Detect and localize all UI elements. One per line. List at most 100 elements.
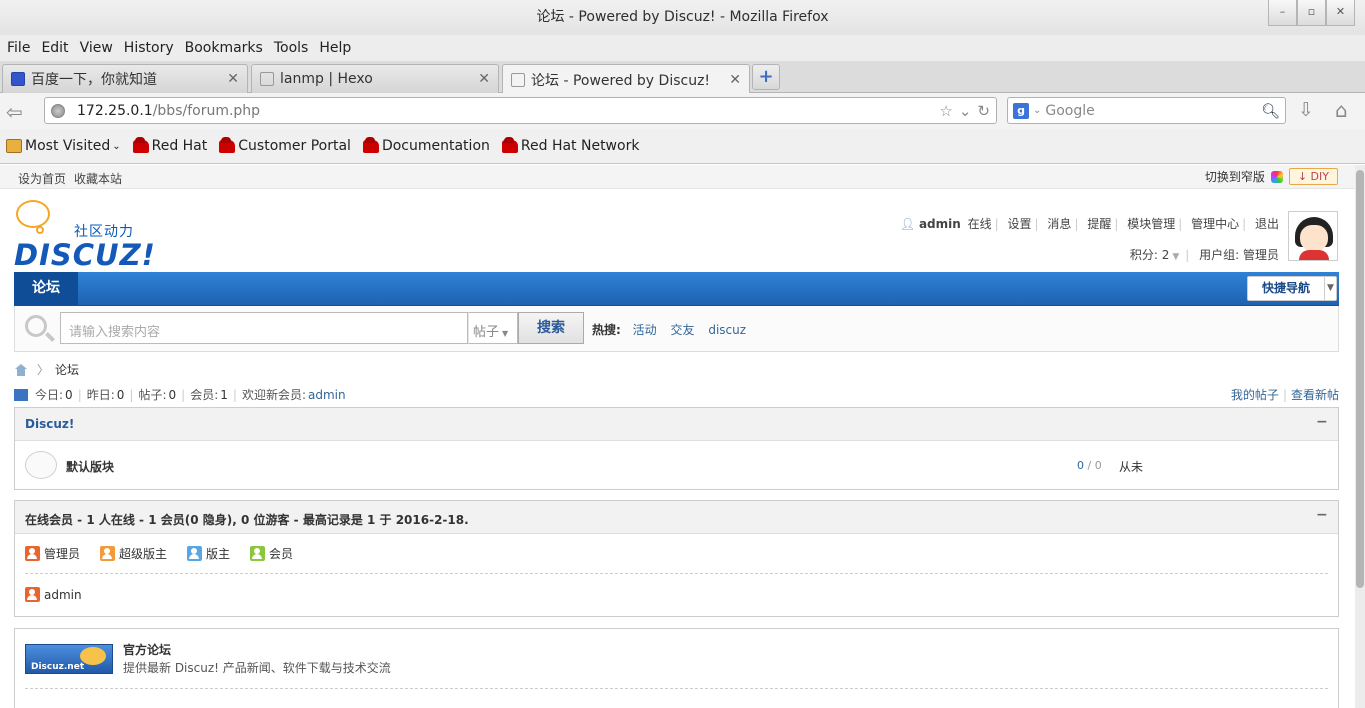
category-header: Discuz! − xyxy=(15,408,1338,441)
tab-hexo[interactable]: lanmp | Hexo ✕ xyxy=(251,64,499,93)
history-dropdown-icon[interactable]: ⌄ xyxy=(959,102,972,120)
breadcrumb-separator: 〉 xyxy=(37,363,50,377)
hot-term-activity[interactable]: 活动 xyxy=(633,323,657,337)
hot-term-discuz[interactable]: discuz xyxy=(708,323,746,337)
divider xyxy=(25,573,1328,574)
admin-center-link[interactable]: 管理中心 xyxy=(1191,217,1239,231)
set-homepage-link[interactable]: 设为首页 xyxy=(18,172,66,186)
messages-link[interactable]: 消息 xyxy=(1047,217,1071,231)
menu-help[interactable]: Help xyxy=(315,40,355,56)
bookmark-customer-portal[interactable]: Customer Portal xyxy=(219,136,351,154)
category-title[interactable]: Discuz! xyxy=(25,417,74,431)
avatar[interactable] xyxy=(1288,211,1338,261)
close-window-button[interactable]: ✕ xyxy=(1326,0,1355,26)
chevron-down-icon: ▼ xyxy=(1172,252,1180,262)
web-search-bar[interactable]: g ⌄ Google 🔍︎ xyxy=(1007,97,1286,124)
search-icon[interactable]: 🔍︎ xyxy=(1261,102,1280,120)
quick-nav-button[interactable]: 快捷导航 ▼ xyxy=(1246,276,1337,301)
user-icon: 👤︎ xyxy=(899,217,916,231)
home-icon[interactable] xyxy=(14,363,28,376)
google-engine-icon[interactable]: g xyxy=(1013,102,1029,119)
engine-dropdown-icon[interactable]: ⌄ xyxy=(1033,105,1041,116)
color-palette-icon[interactable] xyxy=(1270,170,1283,183)
forum-row: 默认版块 0 / 0 从未 xyxy=(15,441,1338,489)
collapse-icon[interactable]: − xyxy=(1316,508,1328,522)
post-links: 我的帖子 | 查看新帖 xyxy=(1230,388,1339,402)
mod-user-icon xyxy=(187,546,203,561)
settings-link[interactable]: 设置 xyxy=(1008,217,1032,231)
close-tab-icon[interactable]: ✕ xyxy=(227,71,239,87)
tab-bar: 百度一下，你就知道 ✕ lanmp | Hexo ✕ 论坛 - Powered … xyxy=(0,61,1365,94)
new-tab-button[interactable]: + xyxy=(752,64,780,90)
friend-links: Discuz.net 官方论坛 提供最新 Discuz! 产品新闻、软件下载与技… xyxy=(14,628,1339,708)
forum-bubble-icon xyxy=(25,451,57,479)
new-posts-link[interactable]: 查看新帖 xyxy=(1291,388,1339,402)
member-user-icon xyxy=(250,546,266,561)
newest-member-link[interactable]: admin xyxy=(308,388,346,402)
bookmark-red-hat-network[interactable]: Red Hat Network xyxy=(501,136,640,154)
switch-width-link[interactable]: 切换到窄版 xyxy=(1205,168,1265,185)
nav-tab-forum[interactable]: 论坛 xyxy=(14,272,78,305)
user-group-link[interactable]: 用户组: 管理员 xyxy=(1199,248,1279,262)
legend-item: 版主 xyxy=(187,545,230,562)
menu-tools[interactable]: Tools xyxy=(270,40,313,56)
forum-post-count: 0 xyxy=(1094,459,1102,472)
breadcrumb: 〉 论坛 xyxy=(14,361,79,378)
bookmark-most-visited[interactable]: Most Visited ⌄ xyxy=(6,138,121,154)
page-scrollbar[interactable] xyxy=(1355,165,1365,708)
folder-icon xyxy=(6,139,22,153)
collapse-icon[interactable]: − xyxy=(1316,415,1328,429)
minimize-button[interactable]: – xyxy=(1268,0,1297,26)
close-tab-icon[interactable]: ✕ xyxy=(729,72,741,88)
menu-history[interactable]: History xyxy=(120,40,178,56)
stat-value-members: 1 xyxy=(220,387,228,402)
search-button[interactable]: 搜索 xyxy=(518,312,584,344)
bookmark-site-link[interactable]: 收藏本站 xyxy=(74,172,122,186)
online-status[interactable]: 在线 xyxy=(968,217,992,231)
diy-button[interactable]: ↓ DIY xyxy=(1288,168,1338,185)
search-type-select[interactable]: 帖子 ▼ xyxy=(468,312,518,344)
forum-name-link[interactable]: 默认版块 xyxy=(66,458,114,475)
stat-value-today: 0 xyxy=(65,387,73,402)
notices-link[interactable]: 提醒 xyxy=(1087,217,1111,231)
module-admin-link[interactable]: 模块管理 xyxy=(1127,217,1175,231)
reload-icon[interactable]: ↻ xyxy=(977,102,990,120)
maximize-button[interactable]: ▫ xyxy=(1297,0,1326,26)
bookmark-star-icon[interactable]: ☆ xyxy=(939,102,952,120)
logo-text: DISCUZ! xyxy=(14,238,156,272)
globe-icon xyxy=(51,103,65,118)
bookmark-label: Red Hat Network xyxy=(520,138,640,154)
site-search-input[interactable]: 请输入搜索内容 xyxy=(60,312,468,344)
search-icon xyxy=(25,315,47,337)
breadcrumb-forum[interactable]: 论坛 xyxy=(55,361,79,378)
menu-file[interactable]: File xyxy=(3,40,34,56)
back-arrow-icon[interactable]: ⇦ xyxy=(6,100,23,124)
menu-view[interactable]: View xyxy=(76,40,117,56)
scrollbar-thumb[interactable] xyxy=(1356,170,1364,588)
stat-label: 会员: xyxy=(190,388,219,402)
tab-baidu[interactable]: 百度一下，你就知道 ✕ xyxy=(2,64,248,93)
close-tab-icon[interactable]: ✕ xyxy=(478,71,490,87)
discuz-logo[interactable]: 社区动力 DISCUZ! xyxy=(14,200,155,272)
url-bar[interactable]: 172.25.0.1 /bbs/forum.php ☆ ⌄ ↻ xyxy=(44,97,997,124)
points-dropdown[interactable]: 积分: 2 xyxy=(1130,248,1170,262)
home-icon[interactable]: ⌂ xyxy=(1335,98,1348,122)
bookmark-label: Customer Portal xyxy=(238,138,351,154)
chevron-down-icon: ▼ xyxy=(1324,277,1336,300)
bookmark-documentation[interactable]: Documentation xyxy=(362,136,490,154)
hot-term-friends[interactable]: 交友 xyxy=(670,323,694,337)
bookmark-red-hat[interactable]: Red Hat xyxy=(132,136,207,154)
online-user-link[interactable]: admin xyxy=(44,588,82,602)
official-forum-link[interactable]: 官方论坛 xyxy=(123,641,171,658)
online-header-text[interactable]: 在线会员 - 1 人在线 - 1 会员(0 隐身), 0 位游客 - 最高记录是… xyxy=(25,513,469,527)
chevron-down-icon: ⌄ xyxy=(112,140,121,152)
username-link[interactable]: admin xyxy=(919,217,961,231)
my-posts-link[interactable]: 我的帖子 xyxy=(1231,388,1279,402)
stat-value-posts: 0 xyxy=(168,387,177,402)
logout-link[interactable]: 退出 xyxy=(1255,217,1279,231)
discuz-net-banner[interactable]: Discuz.net xyxy=(25,644,113,674)
menu-edit[interactable]: Edit xyxy=(37,40,72,56)
menu-bookmarks[interactable]: Bookmarks xyxy=(181,40,267,56)
download-icon[interactable]: ⇩ xyxy=(1298,99,1314,121)
tab-discuz[interactable]: 论坛 - Powered by Discuz! ✕ xyxy=(502,64,750,94)
